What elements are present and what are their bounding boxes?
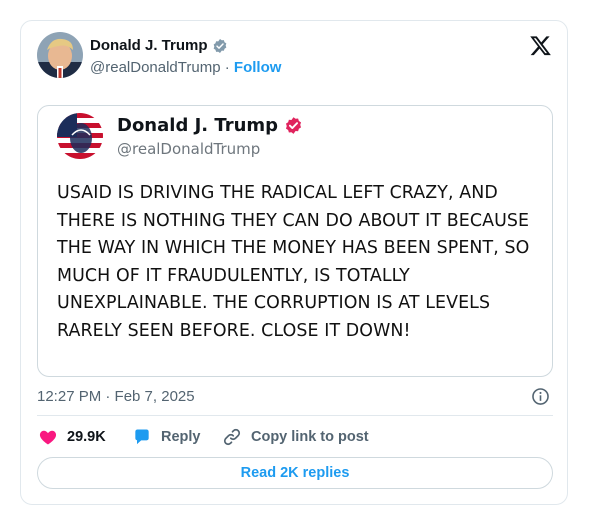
x-logo-icon[interactable]: [529, 34, 552, 57]
post-timestamp[interactable]: 12:27 PM · Feb 7, 2025: [37, 388, 195, 405]
heart-icon: [39, 430, 57, 445]
like-button[interactable]: 29.9K: [38, 427, 106, 447]
author-name[interactable]: Donald J. Trump: [90, 37, 208, 54]
follow-button[interactable]: Follow: [234, 59, 282, 76]
copy-link-label: Copy link to post: [251, 429, 369, 445]
divider: [37, 415, 553, 416]
read-replies-label: Read 2K replies: [240, 465, 350, 481]
reply-bubble-icon: [135, 429, 149, 445]
info-icon[interactable]: [531, 387, 550, 406]
handle-separator: ·: [224, 59, 234, 76]
read-replies-button[interactable]: Read 2K replies: [37, 457, 553, 489]
reply-button[interactable]: Reply: [132, 427, 201, 447]
verified-badge-icon: [213, 38, 226, 53]
quoted-post-text: USAID IS DRIVING THE RADICAL LEFT CRAZY,…: [57, 183, 530, 341]
truth-verified-badge-icon: [286, 117, 302, 134]
quoted-author-name: Donald J. Trump: [117, 115, 279, 136]
copy-link-button[interactable]: Copy link to post: [222, 427, 369, 447]
author-avatar[interactable]: [37, 32, 83, 78]
link-icon: [223, 428, 241, 446]
author-handle[interactable]: @realDonaldTrump: [90, 59, 221, 76]
like-count: 29.9K: [67, 429, 106, 445]
quoted-author-handle: @realDonaldTrump: [117, 140, 261, 158]
quoted-author-avatar: [57, 113, 103, 159]
reply-label: Reply: [161, 429, 201, 445]
